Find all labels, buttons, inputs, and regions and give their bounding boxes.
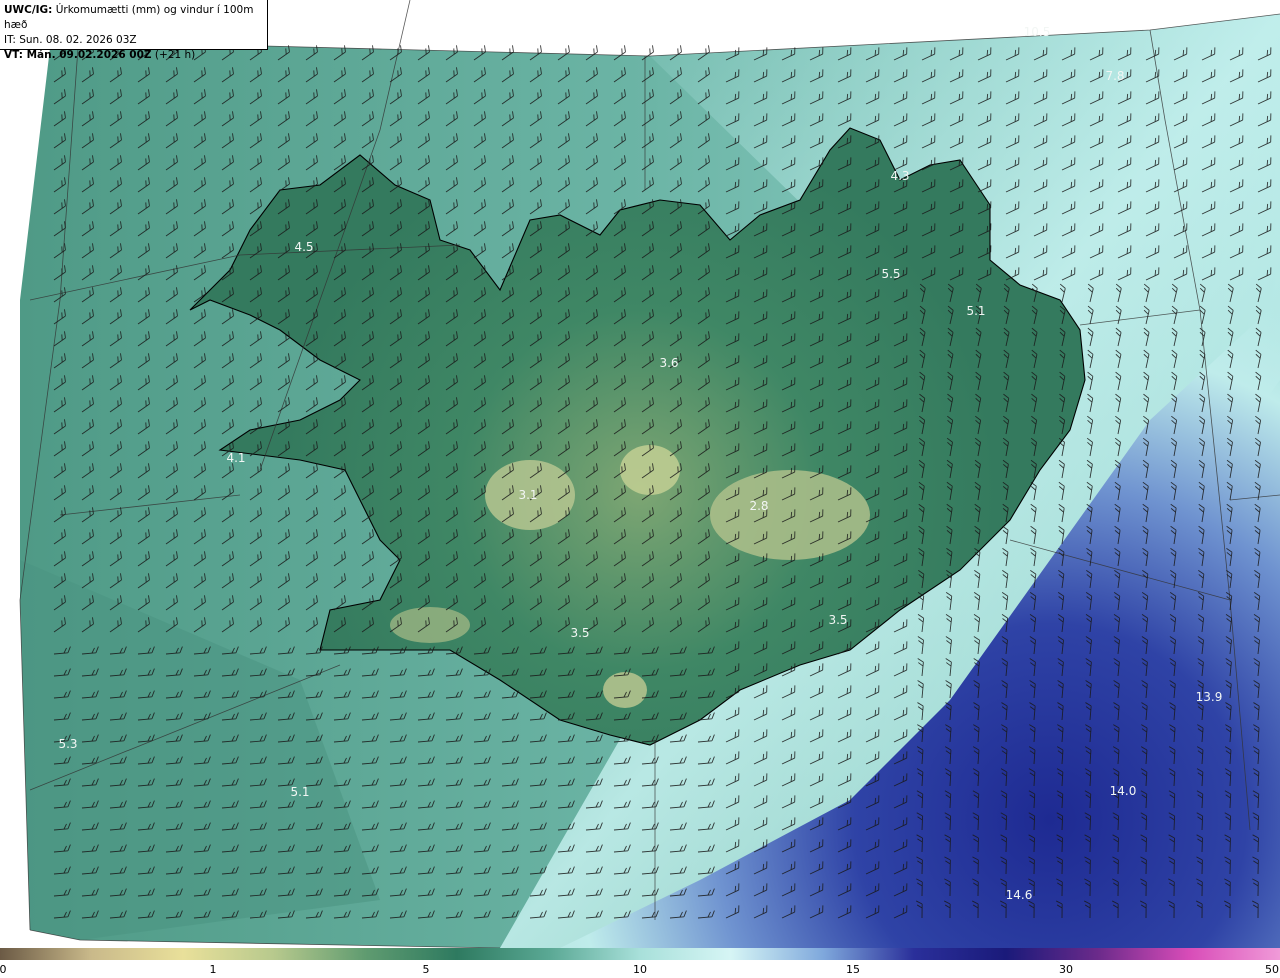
precip-value-label: 3.5	[828, 613, 847, 627]
product-title-line: UWC/IG: Úrkomumætti (mm) og vindur í 100…	[4, 3, 263, 33]
valid-time: VT: Mán. 09.02.2026 00Z	[4, 49, 152, 61]
myrdalsjokull-area	[603, 672, 647, 708]
precip-value-label: 5.3	[58, 737, 77, 751]
legend-tick-0: 0	[0, 963, 7, 976]
legend-tick-1: 1	[209, 963, 217, 976]
legend-tick-5: 5	[422, 963, 430, 976]
south-highland	[390, 607, 470, 643]
precip-value-label: 5.5	[881, 267, 900, 281]
map-area[interactable]: 10.5 7.8 4.3 4.5 5.5 5.1 3.6 4.1 3.1 2.8 3.5 3.5 5.3…	[0, 0, 1280, 948]
legend-tick-30: 30	[1059, 963, 1073, 976]
precip-value-label: 7.8	[1105, 69, 1124, 83]
precip-value-label: 5.1	[290, 785, 309, 799]
precip-value-label: 5.1	[966, 304, 985, 318]
legend-tick-10: 10	[633, 963, 647, 976]
precip-value-label: 2.8	[749, 499, 768, 513]
color-legend: 0 1 5 10 15 30 50	[0, 948, 1280, 978]
precip-value-label: 14.0	[1110, 784, 1137, 798]
header-box: UWC/IG: Úrkomumætti (mm) og vindur í 100…	[0, 0, 268, 61]
lead-time: (+21 h)	[151, 49, 196, 61]
precip-value-label: 3.6	[659, 356, 678, 370]
precip-value-label: 14.6	[1006, 888, 1033, 902]
precip-value-label: 4.5	[294, 240, 313, 254]
product-code: UWC/IG:	[4, 4, 53, 16]
vatnajokull-area	[710, 470, 870, 560]
precip-value-label: 3.5	[570, 626, 589, 640]
legend-tick-50: 50	[1265, 963, 1279, 976]
precip-value-label: 13.9	[1196, 690, 1223, 704]
precip-value-label: 4.3	[890, 169, 909, 183]
precipitation-map: 10.5 7.8 4.3 4.5 5.5 5.1 3.6 4.1 3.1 2.8 3.5 3.5 5.3…	[19, 0, 1280, 948]
legend-colorbar	[0, 948, 1280, 960]
precip-value-label: 4.1	[226, 451, 245, 465]
legend-tick-15: 15	[846, 963, 860, 976]
precip-value-label: 10.5	[1024, 25, 1051, 39]
precip-value-label: 3.1	[518, 488, 537, 502]
valid-time-line: VT: Mán. 09.02.2026 00Z (+21 h)	[4, 48, 263, 63]
init-time: IT: Sun. 08. 02. 2026 03Z	[4, 34, 137, 46]
